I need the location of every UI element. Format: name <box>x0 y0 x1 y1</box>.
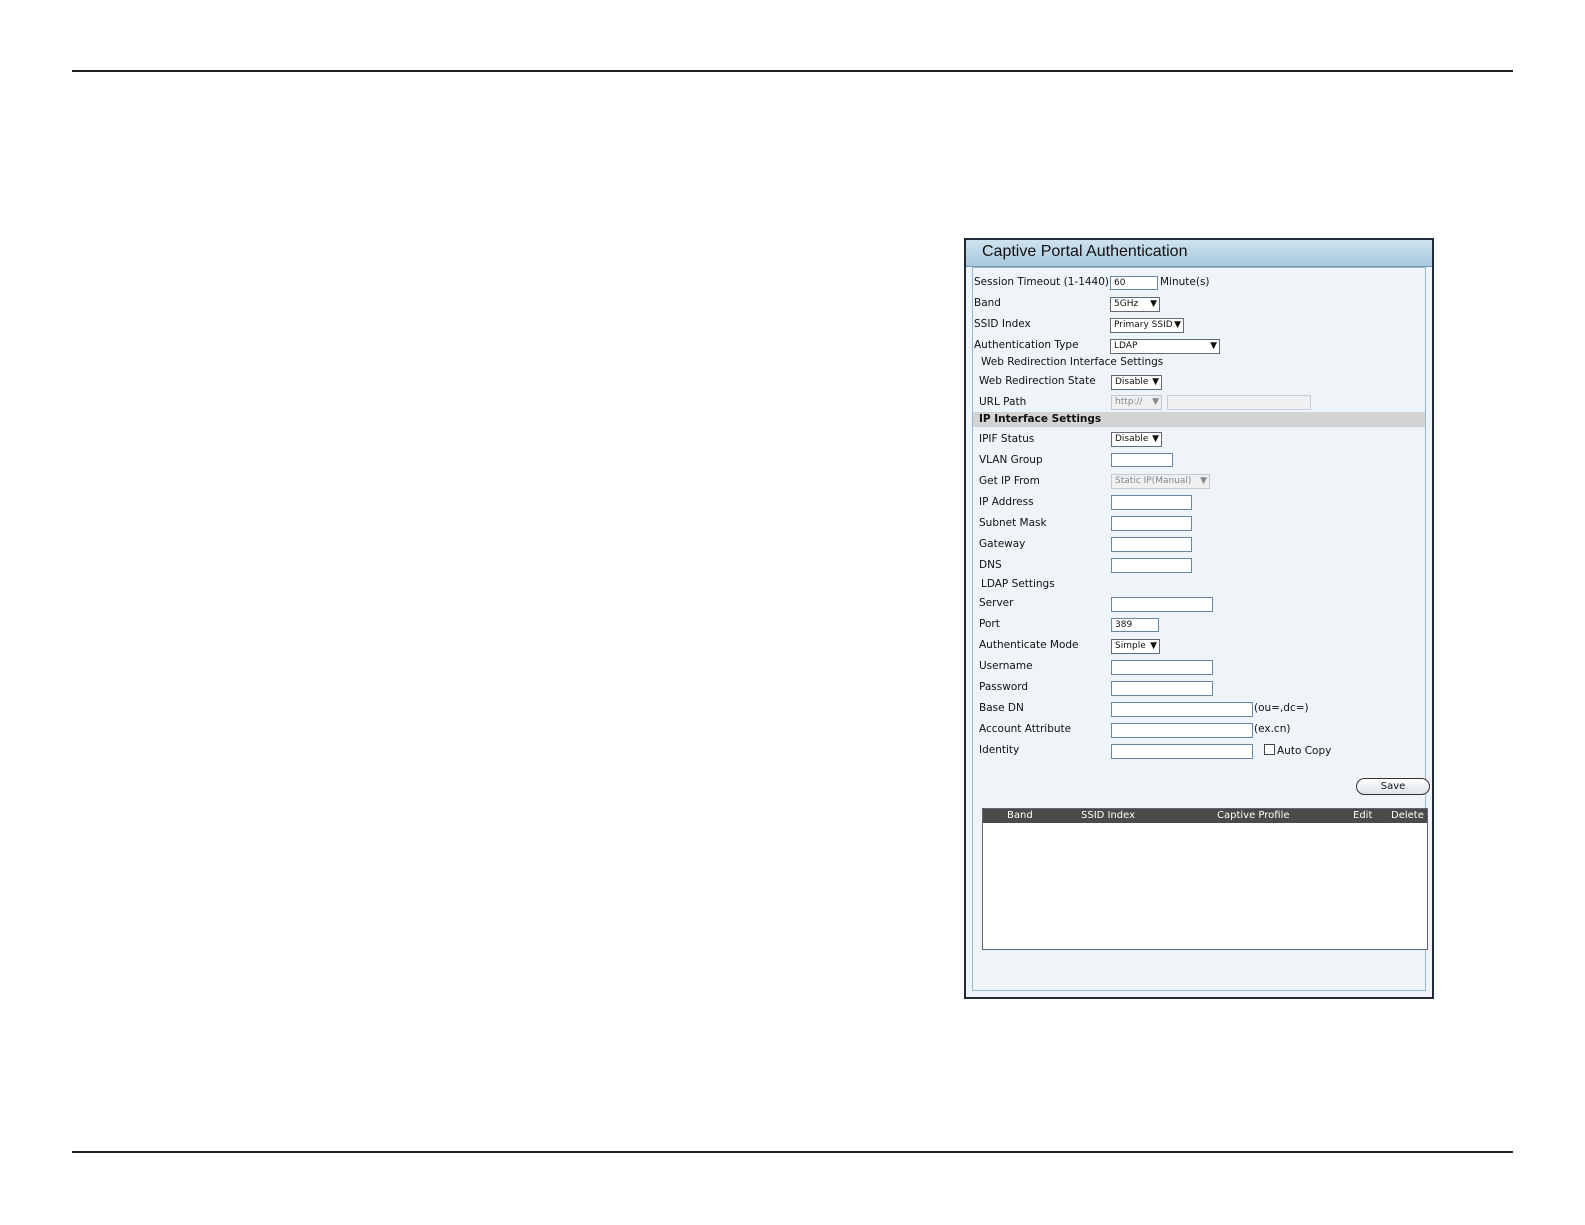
gateway-input[interactable] <box>1111 537 1192 552</box>
chevron-down-icon: ▼ <box>1150 299 1157 309</box>
ldap-section-title: LDAP Settings <box>981 578 1055 590</box>
gateway-label: Gateway <box>979 538 1026 550</box>
chevron-down-icon: ▼ <box>1210 341 1217 351</box>
authenticate-mode-value: Simple <box>1115 641 1146 651</box>
table-header: Band SSID Index Captive Profile Edit Del… <box>983 809 1427 823</box>
base-dn-input[interactable] <box>1111 702 1253 717</box>
password-label: Password <box>979 681 1029 693</box>
vlan-group-input[interactable] <box>1111 453 1173 467</box>
session-timeout-input[interactable]: 60 <box>1110 276 1158 290</box>
chevron-down-icon: ▼ <box>1150 641 1157 651</box>
band-select[interactable]: 5GHz ▼ <box>1110 297 1160 312</box>
column-header-ssid-index: SSID Index <box>1081 810 1136 821</box>
base-dn-hint: (ou=,dc=) <box>1254 702 1309 714</box>
web-redirection-section-title: Web Redirection Interface Settings <box>981 356 1164 368</box>
authenticate-mode-select[interactable]: Simple ▼ <box>1111 639 1160 654</box>
web-redirection-state-label: Web Redirection State <box>979 375 1096 387</box>
chevron-down-icon: ▼ <box>1152 377 1159 387</box>
identity-input[interactable] <box>1111 744 1253 759</box>
server-input[interactable] <box>1111 597 1213 612</box>
authenticate-mode-label: Authenticate Mode <box>979 639 1079 651</box>
chevron-down-icon: ▼ <box>1152 397 1159 407</box>
identity-label: Identity <box>979 744 1020 756</box>
band-label: Band <box>974 297 1001 309</box>
panel-title: Captive Portal Authentication <box>982 243 1188 260</box>
captive-profile-table: Band SSID Index Captive Profile Edit Del… <box>982 808 1428 950</box>
get-ip-from-select[interactable]: Static IP(Manual) ▼ <box>1111 474 1210 489</box>
chevron-down-icon: ▼ <box>1152 434 1159 444</box>
ssid-index-label: SSID Index <box>974 318 1031 330</box>
dns-input[interactable] <box>1111 558 1192 573</box>
account-attribute-input[interactable] <box>1111 723 1253 738</box>
subnet-mask-label: Subnet Mask <box>979 517 1047 529</box>
account-attribute-hint: (ex.cn) <box>1254 723 1291 735</box>
subnet-mask-input[interactable] <box>1111 516 1192 531</box>
port-input[interactable]: 389 <box>1111 618 1159 632</box>
ssid-index-select-value: Primary SSID <box>1114 320 1173 330</box>
auth-type-label: Authentication Type <box>974 339 1079 351</box>
username-label: Username <box>979 660 1033 672</box>
chevron-down-icon: ▼ <box>1174 320 1181 330</box>
ssid-index-select[interactable]: Primary SSID ▼ <box>1110 318 1184 333</box>
web-redirection-state-value: Disable <box>1115 377 1149 387</box>
ip-interface-section-title: IP Interface Settings <box>979 413 1102 425</box>
url-path-label: URL Path <box>979 396 1027 408</box>
ipif-status-value: Disable <box>1115 434 1149 444</box>
password-input[interactable] <box>1111 681 1213 696</box>
panel-header: Captive Portal Authentication <box>966 240 1432 267</box>
account-attribute-label: Account Attribute <box>979 723 1072 735</box>
url-scheme-select[interactable]: http:// ▼ <box>1111 395 1162 410</box>
server-label: Server <box>979 597 1014 609</box>
web-redirection-state-select[interactable]: Disable ▼ <box>1111 375 1162 390</box>
url-path-input[interactable] <box>1167 395 1311 410</box>
column-header-band: Band <box>1007 810 1033 821</box>
session-timeout-unit: Minute(s) <box>1160 276 1210 288</box>
form-area: Session Timeout (1-1440) 60 Minute(s) Ba… <box>972 267 1430 991</box>
auto-copy-checkbox[interactable] <box>1264 744 1275 755</box>
vlan-group-label: VLAN Group <box>979 454 1043 466</box>
ipif-status-select[interactable]: Disable ▼ <box>1111 432 1162 447</box>
base-dn-label: Base DN <box>979 702 1024 714</box>
session-timeout-label: Session Timeout (1-1440) <box>974 276 1110 288</box>
captive-portal-panel: Captive Portal Authentication Session Ti… <box>964 238 1434 999</box>
chevron-down-icon: ▼ <box>1200 476 1207 486</box>
ip-address-label: IP Address <box>979 496 1034 508</box>
username-input[interactable] <box>1111 660 1213 675</box>
band-select-value: 5GHz <box>1114 299 1139 309</box>
column-header-delete: Delete <box>1391 810 1424 821</box>
column-header-captive-profile: Captive Profile <box>1217 810 1290 821</box>
auth-type-select-value: LDAP <box>1114 341 1138 351</box>
auto-copy-label: Auto Copy <box>1277 745 1332 757</box>
column-header-edit: Edit <box>1353 810 1373 821</box>
get-ip-from-label: Get IP From <box>979 475 1040 487</box>
top-divider <box>72 70 1513 72</box>
auth-type-select[interactable]: LDAP ▼ <box>1110 339 1220 354</box>
bottom-divider <box>72 1151 1513 1153</box>
get-ip-from-value: Static IP(Manual) <box>1115 476 1192 486</box>
port-label: Port <box>979 618 1000 630</box>
url-scheme-value: http:// <box>1115 397 1143 407</box>
dns-label: DNS <box>979 559 1002 571</box>
ipif-status-label: IPIF Status <box>979 433 1035 445</box>
save-button[interactable]: Save <box>1356 778 1430 795</box>
ip-address-input[interactable] <box>1111 495 1192 510</box>
